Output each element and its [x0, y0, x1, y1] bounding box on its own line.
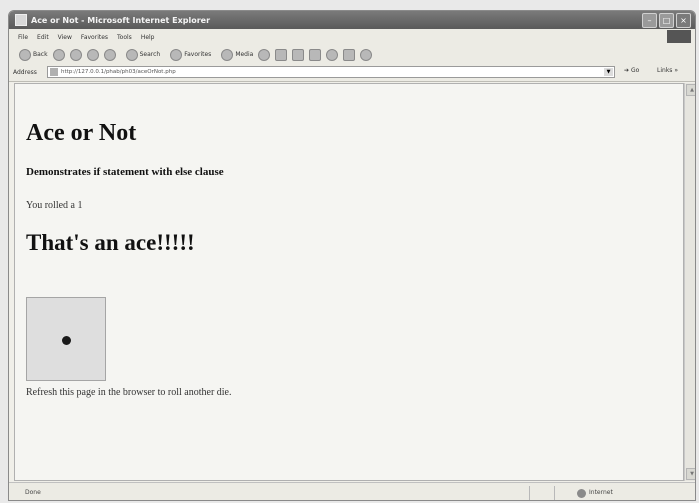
menu-edit[interactable]: Edit [37, 34, 49, 41]
die-pip-icon [62, 336, 71, 345]
media-icon [221, 48, 234, 61]
roll-result-text: You rolled a 1 [26, 200, 83, 211]
globe-icon [577, 489, 586, 498]
address-label: Address [13, 69, 37, 76]
forward-icon[interactable] [52, 48, 65, 61]
page-content: Ace or Not Demonstrates if statement wit… [14, 83, 684, 481]
menu-tools[interactable]: Tools [117, 34, 132, 41]
research-icon[interactable] [360, 48, 373, 61]
windows-logo-icon [667, 30, 691, 43]
page-heading: Ace or Not [26, 120, 137, 146]
zone-text: Internet [589, 489, 613, 496]
status-divider [529, 486, 530, 500]
title-bar[interactable]: Ace or Not - Microsoft Internet Explorer… [9, 11, 695, 29]
maximize-icon[interactable]: □ [659, 13, 674, 28]
address-dropdown-icon[interactable]: ▼ [604, 68, 613, 76]
history-icon[interactable] [258, 48, 271, 61]
window-title: Ace or Not - Microsoft Internet Explorer [31, 15, 211, 25]
search-label: Search [139, 51, 161, 58]
home-icon[interactable] [103, 48, 116, 61]
refresh-icon[interactable] [86, 48, 99, 61]
browser-window: Ace or Not - Microsoft Internet Explorer… [8, 10, 696, 501]
favorites-label: Favorites [184, 51, 212, 58]
status-bar: Done Internet [9, 482, 695, 500]
menu-file[interactable]: File [18, 34, 28, 41]
close-icon[interactable]: × [676, 13, 691, 28]
minimize-icon[interactable]: – [642, 13, 657, 28]
media-button[interactable]: Media [216, 48, 254, 61]
favorites-icon [170, 48, 183, 61]
back-label: Back [33, 51, 48, 58]
menu-help[interactable]: Help [141, 34, 155, 41]
window-controls: – □ × [642, 13, 691, 28]
menu-bar: File Edit View Favorites Tools Help [9, 29, 695, 46]
scroll-down-icon[interactable]: ▼ [686, 468, 695, 480]
search-icon [125, 48, 138, 61]
go-button[interactable]: ➔ Go [624, 67, 639, 74]
discuss-icon[interactable] [326, 48, 339, 61]
menu-view[interactable]: View [58, 34, 72, 41]
edit-icon[interactable] [309, 48, 322, 61]
go-label: Go [630, 67, 640, 74]
stop-icon[interactable] [69, 48, 82, 61]
die-image [26, 297, 106, 381]
status-divider [554, 486, 555, 500]
favorites-button[interactable]: Favorites [165, 48, 212, 61]
links-button[interactable]: Links » [657, 67, 678, 74]
scroll-up-icon[interactable]: ▲ [686, 84, 695, 96]
address-bar: Address http://127.0.0.1/phab/ph03/aceOr… [9, 64, 695, 82]
address-input[interactable]: http://127.0.0.1/phab/ph03/aceOrNot.php … [47, 66, 615, 78]
vertical-scrollbar[interactable]: ▲ ▼ [684, 83, 695, 481]
status-text: Done [25, 489, 41, 496]
media-label: Media [235, 51, 254, 58]
menu-favorites[interactable]: Favorites [81, 34, 108, 41]
print-icon[interactable] [292, 48, 305, 61]
address-url: http://127.0.0.1/phab/ph03/aceOrNot.php [61, 69, 176, 75]
ie-icon [15, 14, 27, 26]
mail-icon[interactable] [275, 48, 288, 61]
page-icon [50, 68, 58, 76]
links-label: Links [657, 67, 673, 74]
search-button[interactable]: Search [121, 48, 161, 61]
back-button[interactable]: Back [14, 48, 48, 61]
messenger-icon[interactable] [343, 48, 356, 61]
page-subheading: Demonstrates if statement with else clau… [26, 166, 224, 178]
back-arrow-icon [19, 48, 31, 61]
ace-message: That's an ace!!!!! [26, 230, 195, 255]
refresh-instructions: Refresh this page in the browser to roll… [26, 387, 232, 398]
standard-toolbar: Back Search Favorites Media [9, 45, 695, 65]
